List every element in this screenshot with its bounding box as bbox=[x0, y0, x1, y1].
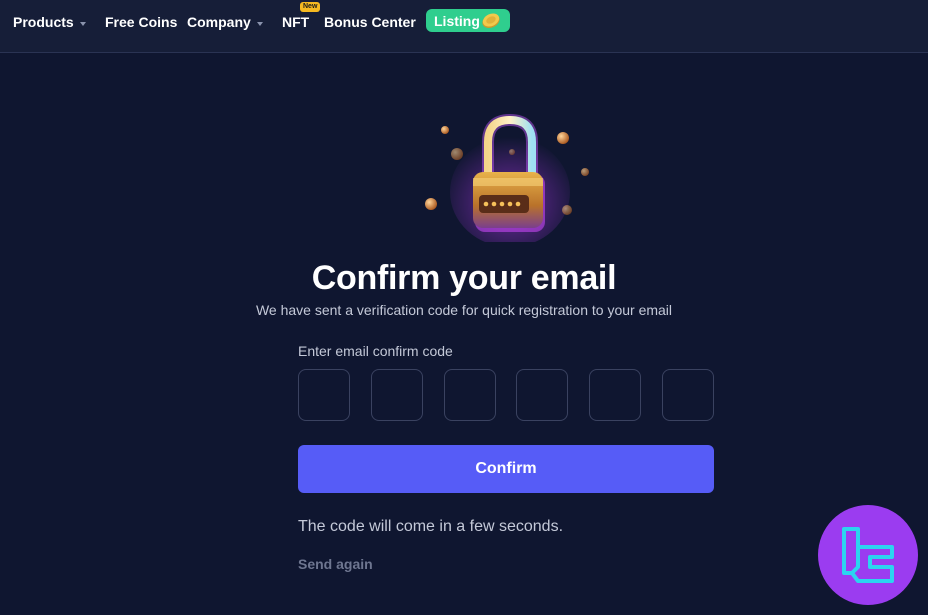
nav-company-label: Company bbox=[187, 14, 251, 30]
confirm-button[interactable]: Confirm bbox=[298, 445, 714, 493]
page-title: Confirm your email bbox=[311, 259, 617, 297]
code-digit-input[interactable] bbox=[589, 369, 641, 421]
nav-free-coins-label: Free Coins bbox=[105, 14, 178, 30]
code-wait-text: The code will come in a few seconds. bbox=[298, 518, 564, 535]
nav-products-label: Products bbox=[13, 14, 74, 30]
coin-icon bbox=[482, 13, 500, 29]
nav-company[interactable]: Company bbox=[187, 12, 263, 32]
chevron-down-icon bbox=[256, 21, 263, 26]
code-digit-input[interactable] bbox=[516, 369, 568, 421]
new-badge: New bbox=[300, 2, 321, 12]
code-digit-input[interactable] bbox=[444, 369, 496, 421]
chevron-down-icon bbox=[79, 21, 86, 26]
code-digit-input[interactable] bbox=[371, 369, 423, 421]
code-label: Enter email confirm code bbox=[298, 343, 453, 359]
code-digit-input[interactable] bbox=[662, 369, 714, 421]
send-again-link[interactable]: Send again bbox=[298, 556, 373, 572]
nav-bonus-center[interactable]: Bonus Center bbox=[324, 12, 416, 32]
page-subtitle: We have sent a verification code for qui… bbox=[255, 302, 673, 318]
padlock-icon bbox=[425, 113, 589, 242]
nav-free-coins[interactable]: Free Coins bbox=[105, 12, 177, 32]
top-navigation-bar: Products Free Coins Company NFT New Bonu… bbox=[0, 0, 928, 53]
nav-bonus-center-label: Bonus Center bbox=[324, 14, 416, 30]
code-digit-input[interactable] bbox=[298, 369, 350, 421]
brand-logo bbox=[818, 505, 918, 605]
listing-label: Listing bbox=[434, 12, 480, 29]
nav-products[interactable]: Products bbox=[13, 12, 86, 32]
nav-nft[interactable]: NFT bbox=[282, 12, 309, 32]
listing-button[interactable]: Listing bbox=[426, 9, 510, 32]
nav-nft-label: NFT bbox=[282, 14, 310, 30]
